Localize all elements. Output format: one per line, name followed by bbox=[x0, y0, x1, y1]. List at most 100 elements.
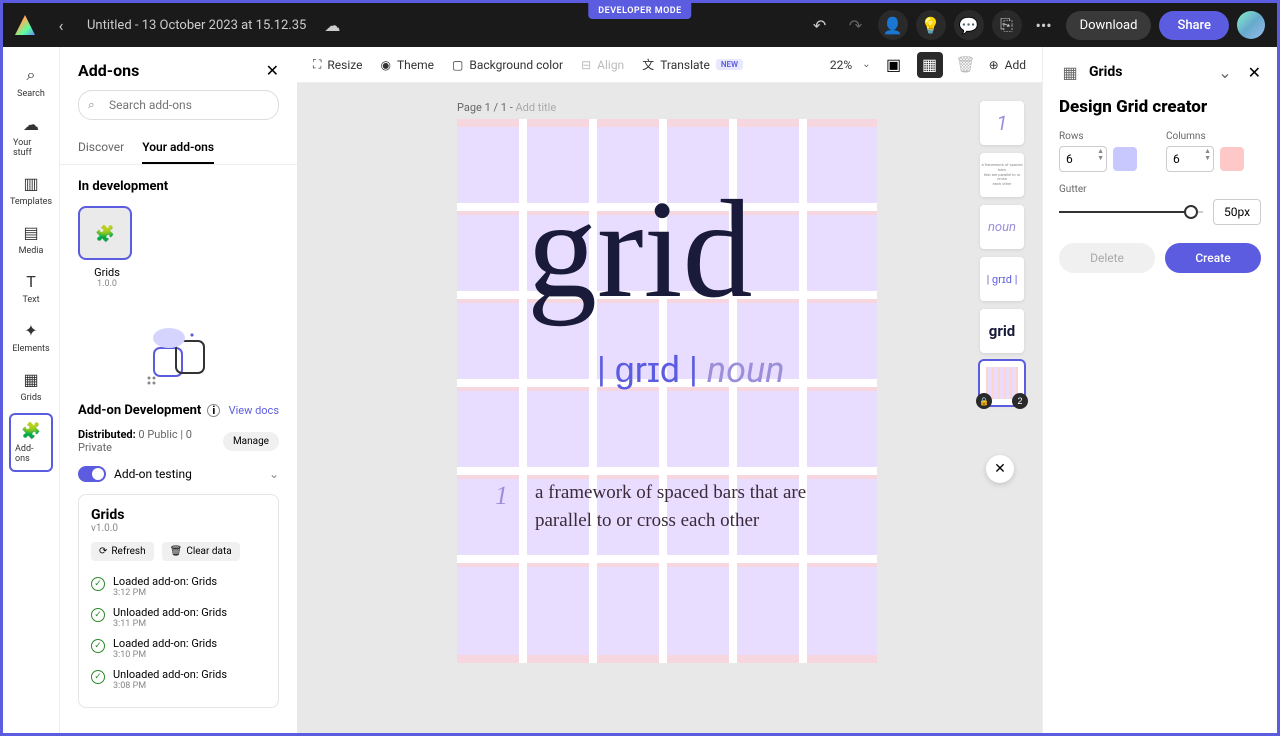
app-logo[interactable] bbox=[15, 15, 35, 35]
cols-stepper[interactable]: ▲▼ bbox=[1204, 148, 1211, 162]
gutter-value-input[interactable]: 50px bbox=[1213, 199, 1261, 225]
undo-icon[interactable]: ↶ bbox=[806, 11, 834, 39]
columns-input[interactable]: 6▲▼ bbox=[1166, 146, 1214, 172]
canvas-viewport[interactable]: Page 1 / 1 - Add title grid | ɡrɪd | nou… bbox=[297, 83, 1042, 733]
elements-icon: ✦ bbox=[24, 321, 37, 340]
manage-button[interactable]: Manage bbox=[223, 432, 279, 451]
zoom-level[interactable]: 22% bbox=[830, 58, 852, 72]
clear-data-button[interactable]: 🗑Clear data bbox=[162, 542, 240, 561]
page-thumbnails: 1 a framework of spaced barsthat are para… bbox=[980, 101, 1024, 405]
resize-tool[interactable]: ⛶Resize bbox=[313, 57, 363, 72]
rail-search[interactable]: ⌕Search bbox=[9, 59, 53, 105]
canvas-definition[interactable]: a framework of spaced bars that are para… bbox=[535, 479, 857, 534]
invite-icon[interactable]: 👤 bbox=[878, 10, 908, 40]
translate-tool[interactable]: 文TranslateNEW bbox=[642, 56, 743, 73]
gutter-slider[interactable] bbox=[1059, 211, 1203, 213]
folder-icon: ☁ bbox=[23, 115, 39, 134]
bg-icon: ▢ bbox=[452, 58, 463, 72]
document-title[interactable]: Untitled - 13 October 2023 at 15.12.35 bbox=[87, 18, 306, 33]
addon-illustration bbox=[60, 303, 297, 403]
share-button[interactable]: Share bbox=[1159, 11, 1229, 40]
rows-color-swatch[interactable] bbox=[1113, 147, 1137, 171]
tips-icon[interactable]: 💡 bbox=[916, 10, 946, 40]
canvas-def-num[interactable]: 1 bbox=[495, 481, 508, 511]
plus-icon: ⊕ bbox=[989, 58, 999, 72]
page-label[interactable]: Page 1 / 1 - Add title bbox=[457, 101, 556, 114]
refresh-button[interactable]: ⟳Refresh bbox=[91, 542, 154, 561]
rows-stepper[interactable]: ▲▼ bbox=[1097, 148, 1104, 162]
log-entry: ✓Loaded add-on: Grids3:10 PM bbox=[91, 633, 266, 664]
addon-testing-toggle[interactable] bbox=[78, 466, 106, 482]
chevron-down-icon[interactable]: ⌄ bbox=[269, 467, 279, 481]
close-panel-icon[interactable]: ✕ bbox=[1248, 63, 1261, 82]
theme-tool[interactable]: ◉Theme bbox=[381, 58, 435, 72]
resize-icon: ⛶ bbox=[313, 57, 321, 72]
gutter-label: Gutter bbox=[1059, 184, 1261, 195]
page-thumb[interactable]: noun bbox=[980, 205, 1024, 249]
view-docs-link[interactable]: View docs bbox=[229, 404, 279, 417]
addon-thumbnail: 🧩 bbox=[78, 206, 132, 260]
search-addons-input[interactable] bbox=[78, 90, 279, 120]
rail-your-stuff[interactable]: ☁Your stuff bbox=[9, 109, 53, 164]
rail-addons[interactable]: 🧩Add-ons bbox=[9, 413, 53, 472]
zoom-chevron-icon[interactable]: ⌄ bbox=[862, 59, 870, 70]
rail-templates[interactable]: ▥Templates bbox=[9, 168, 53, 213]
artboard[interactable]: grid | ɡrɪd | noun 1 a framework of spac… bbox=[457, 119, 877, 663]
text-icon: T bbox=[26, 272, 36, 291]
addon-panel-name: Grids bbox=[91, 507, 266, 523]
canvas-headword[interactable]: grid bbox=[527, 169, 753, 330]
page-thumb[interactable]: a framework of spaced barsthat are paral… bbox=[980, 153, 1024, 197]
redo-icon[interactable]: ↷ bbox=[842, 11, 870, 39]
align-icon: ⊟ bbox=[581, 58, 591, 72]
collapse-panel-icon[interactable]: ⌄ bbox=[1218, 63, 1231, 82]
addon-card-grids[interactable]: 🧩 Grids 1.0.0 bbox=[78, 206, 136, 289]
page-thumb[interactable]: 1 bbox=[980, 101, 1024, 145]
delete-grid-button[interactable]: Delete bbox=[1059, 243, 1155, 273]
canvas-area: ⛶Resize ◉Theme ▢Background color ⊟Align … bbox=[297, 47, 1042, 733]
comment-icon[interactable]: 💬 bbox=[954, 10, 984, 40]
distributed-label: Distributed: bbox=[78, 428, 136, 441]
layers-icon[interactable]: ▣ bbox=[881, 52, 907, 78]
more-icon[interactable]: ••• bbox=[1030, 11, 1058, 39]
check-icon: ✓ bbox=[91, 608, 105, 622]
rail-elements[interactable]: ✦Elements bbox=[9, 315, 53, 360]
bg-color-tool[interactable]: ▢Background color bbox=[452, 58, 563, 72]
page-thumb[interactable]: 2🔒 bbox=[980, 361, 1024, 405]
rail-text[interactable]: TText bbox=[9, 266, 53, 311]
cloud-icon[interactable]: ☁ bbox=[318, 11, 346, 39]
columns-color-swatch[interactable] bbox=[1220, 147, 1244, 171]
delete-icon[interactable]: 🗑 bbox=[953, 52, 979, 78]
grids-icon: ▦ bbox=[23, 370, 38, 389]
trash-icon: 🗑 bbox=[170, 546, 183, 557]
close-sidebar-icon[interactable]: ✕ bbox=[266, 61, 279, 80]
user-avatar[interactable] bbox=[1237, 11, 1265, 39]
align-tool: ⊟Align bbox=[581, 58, 624, 72]
download-button[interactable]: Download bbox=[1066, 11, 1152, 40]
developer-mode-badge: DEVELOPER MODE bbox=[588, 3, 691, 19]
info-icon[interactable]: i bbox=[207, 404, 220, 417]
check-icon: ✓ bbox=[91, 577, 105, 591]
tab-your-addons[interactable]: Your add-ons bbox=[142, 132, 214, 164]
present-icon[interactable]: ⎘ bbox=[992, 10, 1022, 40]
grid-view-icon[interactable]: ▦ bbox=[917, 52, 943, 78]
close-thumbnails-button[interactable]: ✕ bbox=[986, 455, 1014, 483]
canvas-pronunciation[interactable]: | ɡrɪd | noun bbox=[597, 349, 785, 391]
rail-media[interactable]: ▤Media bbox=[9, 217, 53, 262]
search-icon: ⌕ bbox=[88, 98, 95, 113]
page-thumb[interactable]: | ɡrɪd | bbox=[980, 257, 1024, 301]
add-page-button[interactable]: ⊕Add bbox=[989, 58, 1026, 72]
translate-icon: 文 bbox=[642, 56, 654, 73]
tab-discover[interactable]: Discover bbox=[78, 132, 124, 164]
lock-icon: 🔒 bbox=[976, 393, 992, 409]
templates-icon: ▥ bbox=[23, 174, 38, 193]
search-icon: ⌕ bbox=[27, 65, 36, 85]
create-grid-button[interactable]: Create bbox=[1165, 243, 1261, 273]
grids-panel-icon: ▦ bbox=[1059, 61, 1081, 83]
grids-panel-title: Grids bbox=[1089, 64, 1210, 80]
columns-label: Columns bbox=[1166, 131, 1261, 142]
back-icon[interactable]: ‹ bbox=[47, 11, 75, 39]
addon-panel-version: v1.0.0 bbox=[91, 523, 266, 534]
rows-input[interactable]: 6▲▼ bbox=[1059, 146, 1107, 172]
rail-grids[interactable]: ▦Grids bbox=[9, 364, 53, 409]
page-thumb[interactable]: grid bbox=[980, 309, 1024, 353]
